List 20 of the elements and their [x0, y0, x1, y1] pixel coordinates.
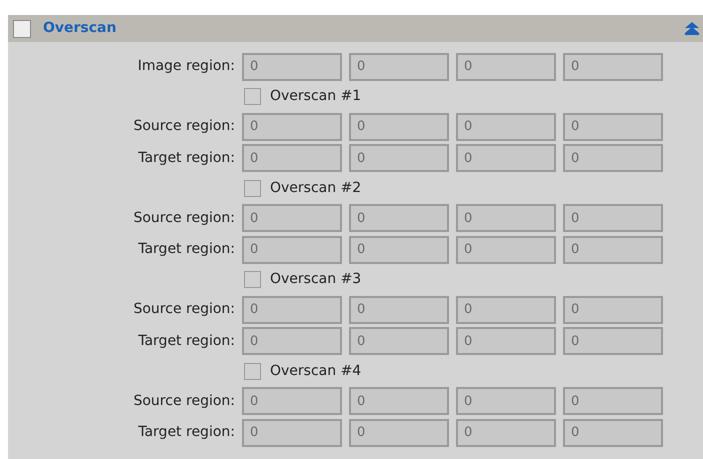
panel-title: Overscan [43, 19, 116, 38]
field-label: Source region: [132, 208, 236, 228]
field-label: Source region: [132, 117, 236, 136]
checkbox-label: Overscan #2 [270, 178, 362, 198]
field-label: Image region: [136, 57, 236, 76]
checkbox[interactable] [244, 88, 261, 105]
field-label: Target region: [137, 240, 236, 259]
field-label: Source region: [132, 392, 236, 410]
checkbox-label: Overscan #3 [270, 270, 362, 289]
checkbox-label: Overscan #1 [270, 87, 362, 106]
field-label: Source region: [132, 300, 236, 319]
collapse-icon[interactable] [685, 22, 699, 35]
field-label: Target region: [137, 148, 236, 168]
checkbox[interactable] [244, 271, 261, 288]
checkbox-label: Overscan #4 [270, 362, 362, 380]
field-label: Target region: [137, 332, 236, 350]
checkbox[interactable] [244, 180, 261, 196]
checkbox[interactable] [13, 20, 31, 38]
field-label: Target region: [137, 423, 236, 442]
checkbox[interactable] [244, 362, 261, 380]
